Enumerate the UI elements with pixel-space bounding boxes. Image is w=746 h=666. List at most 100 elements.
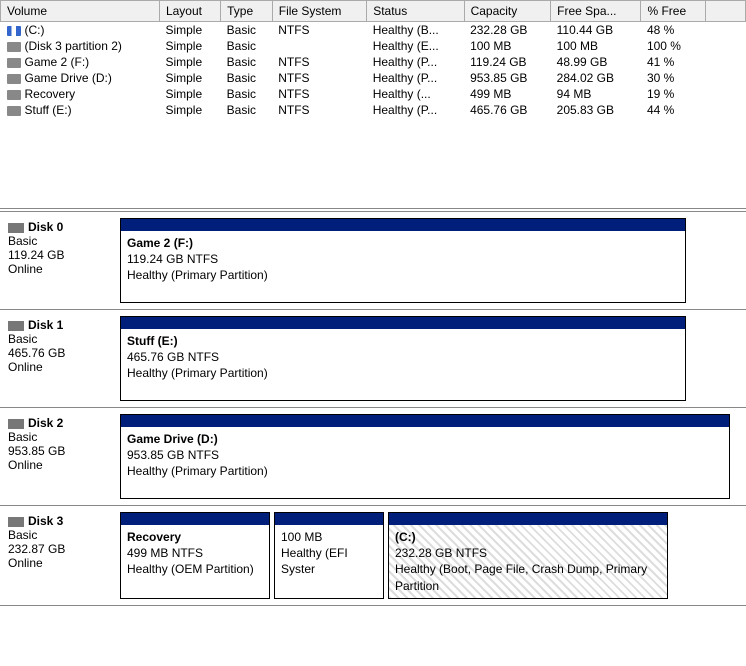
- disk-row: Disk 3Basic232.87 GBOnline Recovery 499 MB…: [0, 506, 746, 606]
- partition-bar: [121, 513, 269, 525]
- partition-title: Game Drive (D:): [127, 432, 218, 446]
- disk-label[interactable]: Disk 0Basic119.24 GBOnline: [4, 218, 114, 303]
- volume-status: Healthy (P...: [367, 102, 464, 118]
- col-type[interactable]: Type: [221, 1, 273, 22]
- volume-header-row: Volume Layout Type File System Status Ca…: [1, 1, 746, 22]
- volume-row[interactable]: (Disk 3 partition 2) SimpleBasic Healthy (…: [1, 38, 746, 54]
- disk-partitions: Stuff (E:)465.76 GB NTFSHealthy (Primary…: [120, 316, 742, 401]
- volume-name: Game 2 (F:): [25, 55, 90, 69]
- volume-capacity: 465.76 GB: [464, 102, 551, 118]
- col-capacity[interactable]: Capacity: [464, 1, 551, 22]
- partition-size: 100 MB: [281, 530, 322, 544]
- col-layout[interactable]: Layout: [159, 1, 220, 22]
- disk-size: 465.76 GB: [8, 346, 110, 360]
- disk-label[interactable]: Disk 2Basic953.85 GBOnline: [4, 414, 114, 499]
- volume-layout: Simple: [159, 102, 220, 118]
- volume-capacity: 100 MB: [464, 38, 551, 54]
- disk-name: Disk 1: [28, 318, 63, 332]
- disk-state: Online: [8, 360, 110, 374]
- partition[interactable]: Stuff (E:)465.76 GB NTFSHealthy (Primary…: [120, 316, 686, 401]
- volume-type: Basic: [221, 22, 273, 39]
- volume-pct: 30 %: [641, 70, 706, 86]
- volume-free: 110.44 GB: [551, 22, 641, 39]
- volume-row[interactable]: (C:)SimpleBasicNTFSHealthy (B...232.28 G…: [1, 22, 746, 39]
- volume-pct: 19 %: [641, 86, 706, 102]
- partition-bar: [121, 219, 685, 231]
- partition-title: Recovery: [127, 530, 181, 544]
- partition-bar: [121, 415, 729, 427]
- volume-layout: Simple: [159, 86, 220, 102]
- volume-fs: NTFS: [272, 70, 366, 86]
- volume-pct: 100 %: [641, 38, 706, 54]
- volume-layout: Simple: [159, 22, 220, 39]
- disk-name: Disk 0: [28, 220, 63, 234]
- partition[interactable]: 100 MB Healthy (EFI Syster: [274, 512, 384, 599]
- volume-type: Basic: [221, 38, 273, 54]
- volume-row[interactable]: RecoverySimpleBasicNTFSHealthy (...499 M…: [1, 86, 746, 102]
- volume-status: Healthy (...: [367, 86, 464, 102]
- volume-pct: 48 %: [641, 22, 706, 39]
- volume-name: Game Drive (D:): [25, 71, 112, 85]
- volume-free: 205.83 GB: [551, 102, 641, 118]
- partition[interactable]: Game 2 (F:) 119.24 GB NTFS Healthy (Primar…: [120, 218, 686, 303]
- disk-icon: [8, 223, 24, 233]
- partition-title: Game 2 (F:): [127, 236, 193, 250]
- disk-state: Online: [8, 458, 110, 472]
- volume-name: (Disk 3 partition 2): [25, 39, 122, 53]
- col-pct-free[interactable]: % Free: [641, 1, 706, 22]
- volume-row[interactable]: Game Drive (D:)SimpleBasicNTFSHealthy (P…: [1, 70, 746, 86]
- volume-table: Volume Layout Type File System Status Ca…: [0, 0, 746, 118]
- volume-pct: 44 %: [641, 102, 706, 118]
- col-filesystem[interactable]: File System: [272, 1, 366, 22]
- disk-partitions: Recovery499 MB NTFSHealthy (OEM Partitio…: [120, 512, 742, 599]
- partition-status: Healthy (Primary Partition): [127, 464, 268, 478]
- partition-bar: [275, 513, 383, 525]
- disk-state: Online: [8, 556, 110, 570]
- volume-capacity: 499 MB: [464, 86, 551, 102]
- disk-size: 232.87 GB: [8, 542, 110, 556]
- volume-free: 100 MB: [551, 38, 641, 54]
- volume-layout: Simple: [159, 38, 220, 54]
- disk-type: Basic: [8, 234, 110, 248]
- disk-row: Disk 1Basic465.76 GBOnline Stuff (E:) 465.…: [0, 310, 746, 408]
- disk-partitions: Game 2 (F:) 119.24 GB NTFS Healthy (Primar…: [120, 218, 742, 303]
- volume-row[interactable]: Stuff (E:)SimpleBasicNTFSHealthy (P...46…: [1, 102, 746, 118]
- partition-size: 465.76 GB NTFS: [127, 350, 219, 364]
- col-status[interactable]: Status: [367, 1, 464, 22]
- partition[interactable]: (C:)232.28 GB NTFSHealthy (Boot, Page Fi…: [388, 512, 668, 599]
- partition-status: Healthy (Boot, Page File, Crash Dump, Pr…: [395, 562, 647, 592]
- partition-size: 499 MB NTFS: [127, 546, 203, 560]
- disk-icon: [8, 517, 24, 527]
- col-volume[interactable]: Volume: [1, 1, 160, 22]
- partition[interactable]: Recovery499 MB NTFSHealthy (OEM Partitio…: [120, 512, 270, 599]
- volume-name: Recovery: [25, 87, 76, 101]
- volume-layout: Simple: [159, 70, 220, 86]
- partition-status: Healthy (Primary Partition): [127, 268, 268, 282]
- disk-partitions: Game Drive (D:)953.85 GB NTFSHealthy (Pr…: [120, 414, 742, 499]
- volume-fs: NTFS: [272, 22, 366, 39]
- partition-size: 232.28 GB NTFS: [395, 546, 487, 560]
- disk-icon: [8, 321, 24, 331]
- partition-title: Stuff (E:): [127, 334, 178, 348]
- volume-free: 94 MB: [551, 86, 641, 102]
- partition-status: Healthy (EFI Syster: [281, 546, 348, 576]
- partition-bar: [121, 317, 685, 329]
- volume-status: Healthy (E...: [367, 38, 464, 54]
- volume-type: Basic: [221, 70, 273, 86]
- partition[interactable]: Game Drive (D:)953.85 GB NTFSHealthy (Pr…: [120, 414, 730, 499]
- volume-status: Healthy (P...: [367, 54, 464, 70]
- disk-size: 953.85 GB: [8, 444, 110, 458]
- volume-free: 48.99 GB: [551, 54, 641, 70]
- partition-size: 119.24 GB NTFS: [127, 252, 218, 266]
- col-free-space[interactable]: Free Spa...: [551, 1, 641, 22]
- volume-fs: [272, 38, 366, 54]
- col-spacer: [706, 1, 746, 22]
- disk-label[interactable]: Disk 1Basic465.76 GBOnline: [4, 316, 114, 401]
- volume-capacity: 119.24 GB: [464, 54, 551, 70]
- disk-label[interactable]: Disk 3Basic232.87 GBOnline: [4, 512, 114, 599]
- disk-type: Basic: [8, 528, 110, 542]
- volume-name: (C:): [25, 23, 45, 37]
- volume-row[interactable]: Game 2 (F:)SimpleBasicNTFSHealthy (P...1…: [1, 54, 746, 70]
- disk-row: Disk 2Basic953.85 GBOnlineGame Drive (D:…: [0, 408, 746, 506]
- disk-state: Online: [8, 262, 110, 276]
